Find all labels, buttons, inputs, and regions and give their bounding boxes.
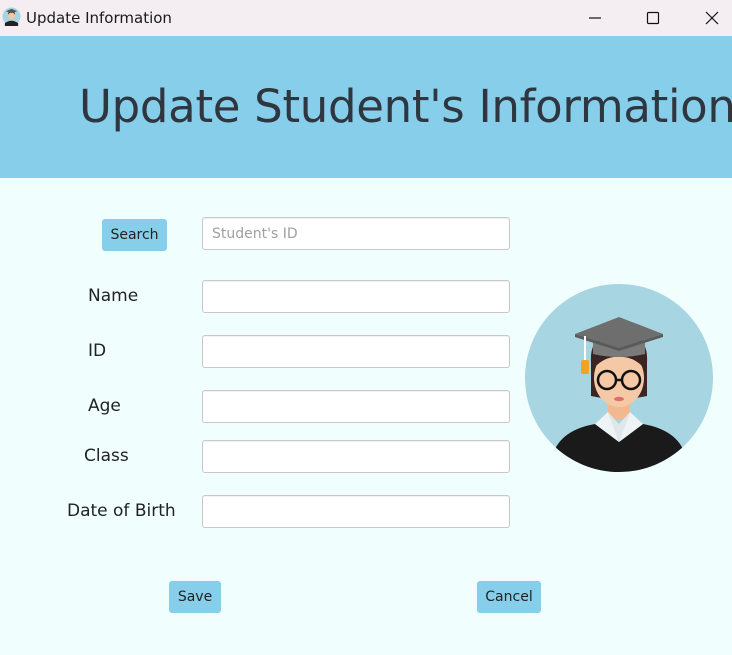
minimize-button[interactable]	[572, 0, 618, 36]
date-of-birth-field[interactable]	[202, 495, 510, 528]
class-label: Class	[84, 446, 129, 466]
search-button[interactable]: Search	[102, 219, 167, 251]
save-button[interactable]: Save	[169, 581, 221, 613]
page-title: Update Student's Information	[79, 80, 732, 133]
age-label: Age	[88, 396, 121, 416]
id-label: ID	[88, 341, 107, 361]
student-avatar-icon	[2, 7, 21, 26]
class-field[interactable]	[202, 440, 510, 473]
name-label: Name	[88, 286, 139, 306]
name-field[interactable]	[202, 280, 510, 313]
minimize-icon	[589, 17, 601, 19]
maximize-icon	[646, 11, 660, 25]
maximize-button[interactable]	[630, 0, 676, 36]
graduate-avatar-image	[525, 284, 713, 472]
student-id-search-input[interactable]	[202, 217, 510, 250]
close-icon	[705, 11, 719, 25]
close-button[interactable]	[689, 0, 732, 36]
window-titlebar: Update Information	[0, 0, 732, 36]
id-field[interactable]	[202, 335, 510, 368]
window-title: Update Information	[26, 9, 172, 27]
age-field[interactable]	[202, 390, 510, 423]
cancel-button[interactable]: Cancel	[477, 581, 541, 613]
date-of-birth-label: Date of Birth	[67, 501, 176, 521]
